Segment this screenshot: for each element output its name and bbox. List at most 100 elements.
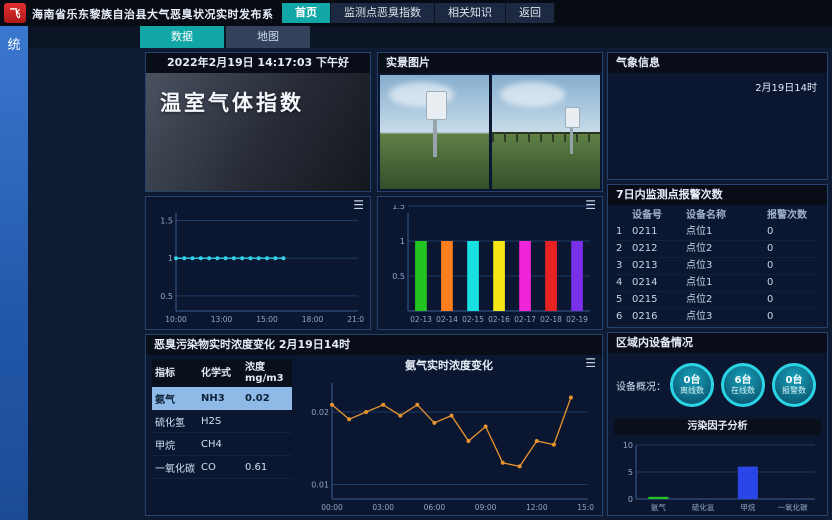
page-title: 温室气体指数 [146, 73, 370, 131]
devices-panel: 区域内设备情况 设备概况： 0台离线数6台在线数0台报警数 污染因子分析 051… [607, 332, 828, 516]
greeting-body: 温室气体指数 [146, 73, 370, 191]
svg-text:硫化氢: 硫化氢 [692, 502, 715, 512]
nav-item-3[interactable]: 返回 [506, 3, 555, 23]
svg-text:02-16: 02-16 [488, 315, 510, 324]
table-cell: 0 [767, 258, 819, 274]
table-cell: 0 [767, 275, 819, 291]
device-stat-count: 0台 [786, 375, 803, 386]
greenhouse-line-chart: 0.511.510:0013:0015:0018:0021:00 [150, 205, 364, 325]
svg-text:03:00: 03:00 [372, 503, 394, 512]
svg-text:0.02: 0.02 [311, 408, 329, 417]
table-cell: 0215 [632, 292, 686, 308]
svg-text:02-14: 02-14 [436, 315, 458, 324]
nh3-chart-title: 氨气实时浓度变化 [296, 357, 602, 373]
cloud-shape [500, 82, 565, 107]
table-cell: 甲烷 [152, 437, 198, 452]
photos-body [378, 73, 602, 191]
svg-text:21:00: 21:00 [347, 315, 364, 324]
daily-bars-chart: 0.511.502-1302-1402-1502-1602-1702-1802-… [382, 205, 596, 325]
daily-bars-panel: ☰ 0.511.502-1302-1402-1502-1602-1702-180… [377, 196, 603, 330]
greenhouse-line-panel: ☰ 0.511.510:0013:0015:0018:0021:00 [145, 196, 371, 330]
table-cell: CH4 [198, 439, 242, 450]
odor-table-header: 指标化学式浓度 mg/m3 [152, 359, 292, 387]
svg-text:02-17: 02-17 [514, 315, 536, 324]
odor-table-body: 氨气NH30.02硫化氢H2S甲烷CH4一氧化碳CO0.61 [152, 387, 292, 479]
svg-text:10:00: 10:00 [165, 315, 187, 324]
odor-col-header: 浓度 mg/m3 [242, 362, 292, 384]
table-cell: 3 [616, 258, 632, 274]
table-row[interactable]: 甲烷CH4 [152, 433, 292, 456]
table-cell: CO [198, 462, 242, 473]
odor-col-header: 化学式 [198, 368, 242, 379]
table-cell: 0216 [632, 309, 686, 325]
tab-0[interactable]: 数据 [140, 26, 224, 48]
table-cell: 点位3 [686, 309, 767, 325]
pollution-analysis-title: 污染因子分析 [614, 419, 821, 435]
site-photo-2[interactable] [492, 75, 601, 189]
table-row[interactable]: 20212点位20 [616, 241, 819, 258]
svg-text:1: 1 [400, 237, 405, 246]
svg-text:02-18: 02-18 [540, 315, 562, 324]
monitor-station-shape [426, 91, 446, 155]
fence-shape [492, 132, 601, 134]
chart-menu-icon[interactable]: ☰ [585, 199, 596, 211]
alarm-table-header: 设备号设备名称报警次数 [616, 208, 819, 224]
greeting-panel: 2022年2月19日 14:17:03 下午好 温室气体指数 [145, 52, 371, 192]
table-cell: 0 [767, 292, 819, 308]
app-title: 海南省乐东黎族自治县大气恶臭状况实时发布系 [32, 6, 274, 22]
weather-title: 气象信息 [608, 53, 827, 73]
odor-body: 指标化学式浓度 mg/m3 氨气NH30.02硫化氢H2S甲烷CH4一氧化碳CO… [146, 355, 602, 515]
table-row[interactable]: 一氧化碳CO0.61 [152, 456, 292, 479]
top-nav: 首页监测点恶臭指数相关知识返回 [282, 3, 555, 23]
site-photo-1[interactable] [380, 75, 489, 189]
alarm-col-header: 报警次数 [767, 208, 819, 224]
svg-text:00:00: 00:00 [321, 503, 343, 512]
table-cell: 氨气 [152, 391, 198, 406]
svg-text:15:00: 15:00 [577, 503, 594, 512]
sidebar[interactable]: 统 [0, 26, 28, 520]
odor-table: 指标化学式浓度 mg/m3 氨气NH30.02硫化氢H2S甲烷CH4一氧化碳CO… [146, 355, 296, 515]
svg-text:02-15: 02-15 [462, 315, 484, 324]
nav-item-0[interactable]: 首页 [282, 3, 331, 23]
table-cell: 点位3 [686, 258, 767, 274]
tab-1[interactable]: 地图 [226, 26, 310, 48]
svg-text:06:00: 06:00 [424, 503, 446, 512]
device-overview-label: 设备概况： [616, 378, 670, 393]
chart-menu-icon[interactable]: ☰ [353, 199, 364, 211]
table-cell: 1 [616, 224, 632, 240]
nav-item-2[interactable]: 相关知识 [435, 3, 506, 23]
svg-text:13:00: 13:00 [211, 315, 233, 324]
alarm-col-header [616, 208, 632, 224]
svg-text:甲烷: 甲烷 [740, 502, 755, 512]
alarm-table-body: 10211点位1020212点位2030213点位3040214点位105021… [616, 224, 819, 326]
dashboard-screen: 飞 海南省乐东黎族自治县大气恶臭状况实时发布系 首页监测点恶臭指数相关知识返回 … [0, 0, 832, 520]
device-stat-label: 在线数 [731, 386, 755, 396]
table-row[interactable]: 10211点位10 [616, 224, 819, 241]
table-row[interactable]: 50215点位20 [616, 292, 819, 309]
pollution-bars-chart: 0510氨气硫化氢甲烷一氧化碳 [614, 437, 821, 513]
tabbar: 数据地图 [28, 26, 832, 48]
device-stat-2: 0台报警数 [772, 363, 816, 407]
weather-panel: 气象信息 2月19日14时 [607, 52, 828, 180]
table-row[interactable]: 30213点位30 [616, 258, 819, 275]
table-cell: 4 [616, 275, 632, 291]
table-row[interactable]: 氨气NH30.02 [152, 387, 292, 410]
device-stats: 0台离线数6台在线数0台报警数 [670, 363, 816, 407]
table-cell: 一氧化碳 [152, 460, 198, 475]
photos-title: 实景图片 [378, 53, 602, 73]
chart-menu-icon[interactable]: ☰ [585, 357, 596, 369]
alarm-table: 设备号设备名称报警次数 10211点位1020212点位2030213点位304… [608, 205, 827, 329]
table-row[interactable]: 40214点位10 [616, 275, 819, 292]
device-stat-count: 6台 [735, 375, 752, 386]
svg-text:02-13: 02-13 [410, 315, 432, 324]
weather-timestamp: 2月19日14时 [755, 79, 817, 94]
weather-body: 2月19日14时 [608, 73, 827, 179]
svg-text:0.5: 0.5 [392, 272, 405, 281]
table-row[interactable]: 硫化氢H2S [152, 410, 292, 433]
svg-text:1.5: 1.5 [392, 205, 405, 211]
table-cell: 点位1 [686, 275, 767, 291]
table-cell: 0214 [632, 275, 686, 291]
nav-item-1[interactable]: 监测点恶臭指数 [331, 3, 435, 23]
table-row[interactable]: 60216点位30 [616, 309, 819, 326]
app-logo-icon: 飞 [4, 3, 26, 23]
